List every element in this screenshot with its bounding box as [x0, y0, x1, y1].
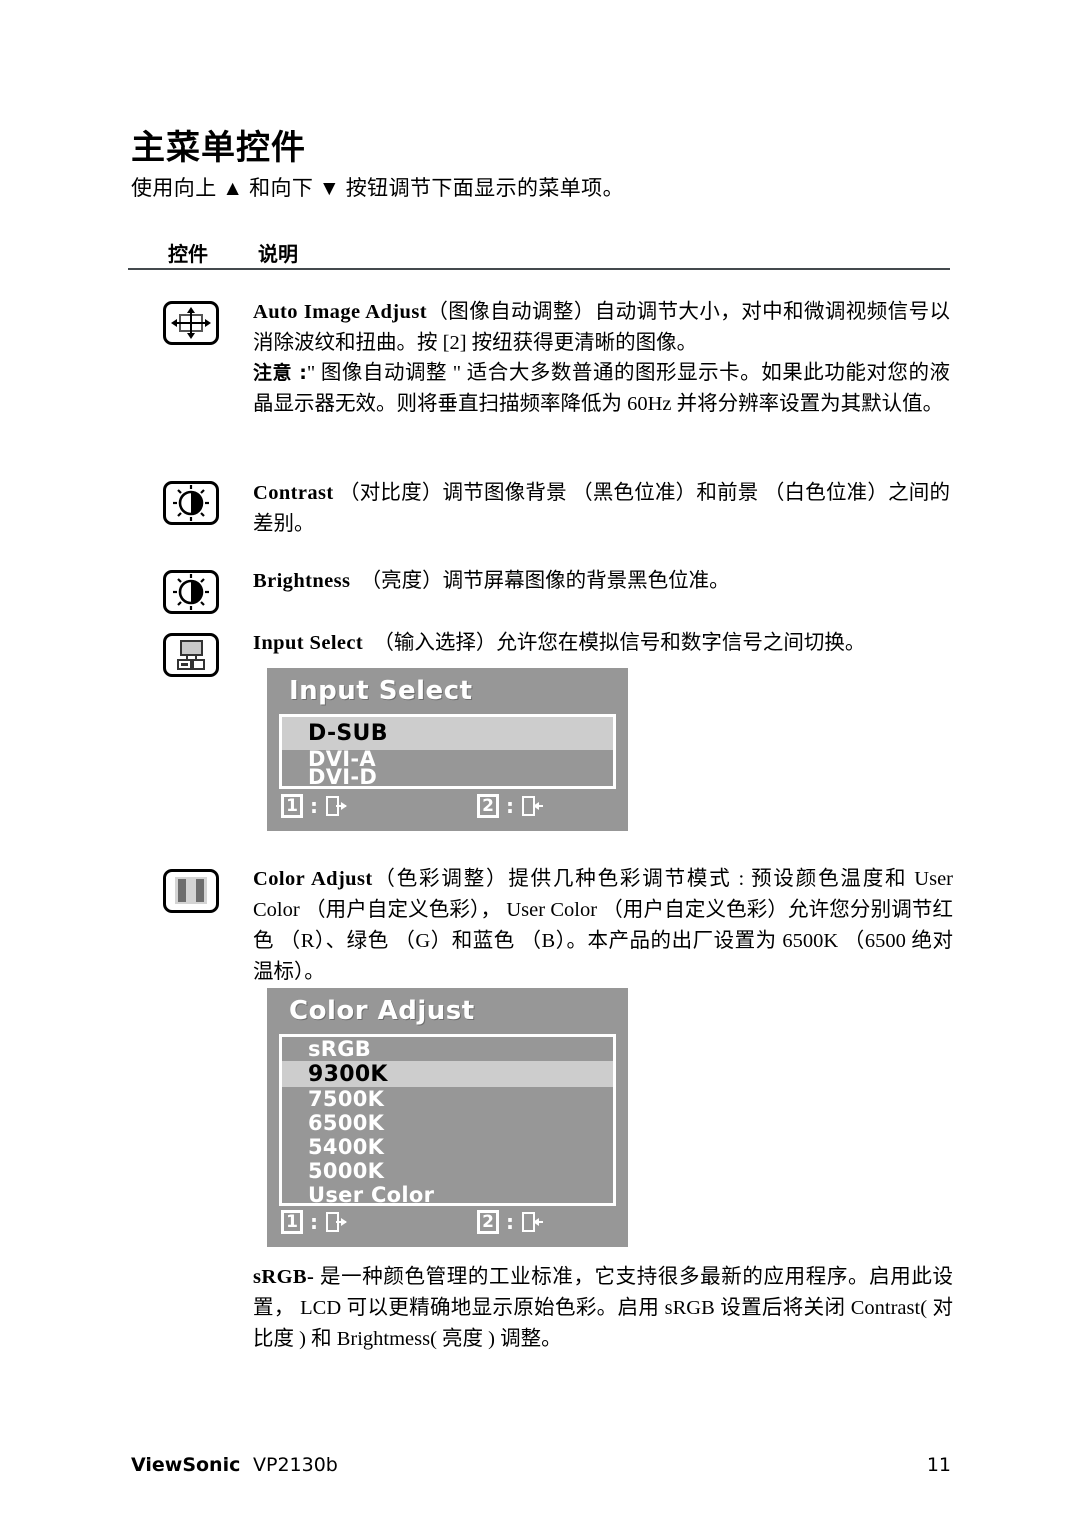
contrast-description: Contrast （对比度）调节图像背景 （黑色位准）和前景 （白色位准）之间的…: [253, 478, 950, 540]
contrast-term: Contrast: [253, 482, 334, 504]
manual-page: 主菜单控件 使用向上 ▲ 和向下 ▼ 按钮调节下面显示的菜单项。 控件 说明 A…: [0, 0, 1080, 1528]
osd-item-d-sub[interactable]: D-SUB: [282, 717, 613, 750]
enter-icon: [522, 1212, 543, 1232]
header-divider: [128, 268, 950, 270]
osd-colon-1: :: [310, 1210, 318, 1234]
brightness-body: （亮度）调节屏幕图像的背景黑色位准。: [360, 570, 730, 592]
exit-icon: [326, 1212, 347, 1232]
auto-image-adjust-description: Auto Image Adjust（图像自动调整）自动调节大小，对中和微调视频信…: [253, 297, 950, 359]
osd-input-select-title: Input Select: [289, 676, 473, 706]
footer-model: VP2130b: [253, 1454, 338, 1476]
color-adjust-description: Color Adjust（色彩调整）提供几种色彩调节模式 : 预设颜色温度和 U…: [253, 864, 953, 988]
osd-item-7500k[interactable]: 7500K: [282, 1087, 613, 1111]
color-adjust-icon: [163, 869, 219, 913]
auto-image-adjust-term: Auto Image Adjust: [253, 301, 427, 323]
column-header-control: 控件: [168, 242, 208, 266]
contrast-icon: [163, 481, 219, 525]
srgb-note: sRGB- 是一种颜色管理的工业标准，它支持很多最新的应用程序。启用此设置， L…: [253, 1262, 953, 1355]
osd-colon-1: :: [310, 794, 318, 818]
osd-item-5000k[interactable]: 5000K: [282, 1159, 613, 1183]
input-select-description: Input Select （输入选择）允许您在模拟信号和数字信号之间切换。: [253, 628, 950, 659]
brightness-description: Brightness （亮度）调节屏幕图像的背景黑色位准。: [253, 566, 950, 597]
osd-color-adjust-list: sRGB 9300K 7500K 6500K 5400K 5000K User …: [279, 1034, 616, 1207]
srgb-body: 是一种颜色管理的工业标准，它支持很多最新的应用程序。启用此设置， LCD 可以更…: [253, 1266, 954, 1350]
note-body: " 图像自动调整 " 适合大多数普通的图形显示卡。如果此功能对您的液晶显示器无效…: [253, 362, 950, 415]
osd-color-adjust-footer: 1 : 2 :: [281, 1210, 545, 1234]
auto-image-adjust-icon: [163, 301, 219, 345]
osd-color-adjust: Color Adjust sRGB 9300K 7500K 6500K 5400…: [267, 988, 628, 1247]
input-select-icon: [163, 633, 219, 677]
auto-image-adjust-note: 注意 :" 图像自动调整 " 适合大多数普通的图形显示卡。如果此功能对您的液晶显…: [253, 358, 950, 420]
osd-key-1: 1: [281, 794, 303, 818]
brightness-glyph: [173, 574, 209, 610]
osd-item-srgb[interactable]: sRGB: [282, 1037, 613, 1061]
osd-item-user-color[interactable]: User Color: [282, 1183, 613, 1207]
osd-item-dvi-d[interactable]: DVI-D: [282, 765, 613, 789]
osd-item-9300k[interactable]: 9300K: [282, 1061, 613, 1087]
color-adjust-glyph: [175, 877, 207, 904]
note-label: 注意 :: [253, 362, 307, 384]
brightness-icon: [163, 570, 219, 614]
contrast-body: （对比度）调节图像背景 （黑色位准）和前景 （白色位准）之间的差别。: [253, 482, 951, 535]
osd-item-6500k[interactable]: 6500K: [282, 1111, 613, 1135]
page-title: 主菜单控件: [131, 128, 306, 168]
osd-item-5400k[interactable]: 5400K: [282, 1135, 613, 1159]
srgb-term: sRGB-: [253, 1266, 315, 1288]
exit-icon: [326, 796, 347, 816]
input-select-term: Input Select: [253, 632, 364, 654]
osd-key-2: 2: [477, 794, 499, 818]
osd-input-select: Input Select D-SUB DVI-A DVI-D 1 : 2 :: [267, 668, 628, 831]
osd-key-2: 2: [477, 1210, 499, 1234]
input-select-glyph: [177, 640, 205, 670]
osd-input-select-list: D-SUB DVI-A DVI-D: [279, 714, 616, 789]
footer-brand: ViewSonic: [131, 1454, 241, 1476]
brightness-term: Brightness: [253, 570, 351, 592]
input-select-body: （输入选择）允许您在模拟信号和数字信号之间切换。: [373, 632, 866, 654]
osd-color-adjust-title: Color Adjust: [289, 996, 475, 1026]
osd-colon-2: :: [506, 794, 514, 818]
osd-colon-2: :: [506, 1210, 514, 1234]
enter-icon: [522, 796, 543, 816]
contrast-glyph: [173, 485, 209, 521]
page-subtitle: 使用向上 ▲ 和向下 ▼ 按钮调节下面显示的菜单项。: [131, 176, 624, 200]
osd-input-select-footer: 1 : 2 :: [281, 794, 545, 818]
column-header-description: 说明: [258, 242, 298, 266]
osd-key-1: 1: [281, 1210, 303, 1234]
color-adjust-term: Color Adjust: [253, 868, 373, 890]
auto-image-adjust-glyph: [171, 307, 211, 339]
footer-page-number: 11: [926, 1454, 951, 1476]
